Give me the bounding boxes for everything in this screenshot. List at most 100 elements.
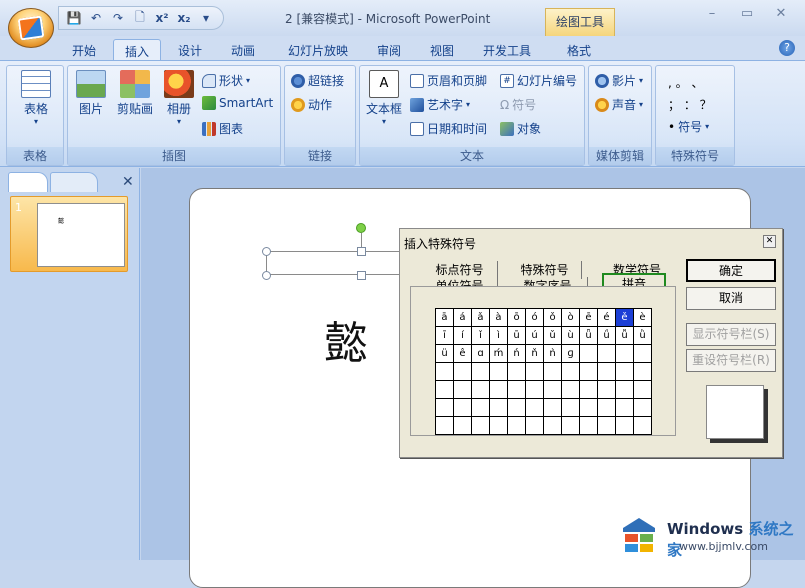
tab-review[interactable]: 审阅: [365, 39, 413, 61]
tab-outline[interactable]: [50, 172, 98, 192]
wordart-button[interactable]: 艺术字 ▾: [410, 96, 470, 113]
superscript-icon[interactable]: x²: [153, 9, 171, 27]
tab-home[interactable]: 开始: [60, 39, 108, 61]
symbol-cell[interactable]: [471, 380, 490, 399]
symbol-cell[interactable]: ɑ: [471, 344, 490, 363]
symbol-cell[interactable]: ū: [507, 326, 526, 345]
textbox-button[interactable]: A 文本框 ▾: [364, 68, 404, 126]
symbol-cell[interactable]: ǔ: [543, 326, 562, 345]
symbol-cell[interactable]: ì: [489, 326, 508, 345]
symbol-cell[interactable]: ù: [561, 326, 580, 345]
symbol-cell[interactable]: ń: [507, 344, 526, 363]
symbol-cell[interactable]: [507, 416, 526, 435]
redo-icon[interactable]: ↷: [109, 9, 127, 27]
symbol-cell[interactable]: [543, 416, 562, 435]
symbol-cell[interactable]: [435, 398, 454, 417]
hyperlink-button[interactable]: 超链接: [291, 72, 344, 89]
symbol-cell[interactable]: [633, 398, 652, 417]
tab-view[interactable]: 视图: [418, 39, 466, 61]
resize-handle[interactable]: [357, 271, 366, 280]
symbol-cell[interactable]: ǹ: [543, 344, 562, 363]
symbol-cell[interactable]: ò: [561, 308, 580, 327]
tab-design[interactable]: 设计: [166, 39, 214, 61]
minimize-button[interactable]: –: [697, 6, 727, 26]
action-button[interactable]: 动作: [291, 96, 332, 113]
object-button[interactable]: 对象: [500, 120, 541, 137]
symbol-cell[interactable]: [435, 362, 454, 381]
symbol-cell[interactable]: ň: [525, 344, 544, 363]
symbol-cell[interactable]: [615, 398, 634, 417]
symbol-button[interactable]: Ω 符号: [500, 96, 536, 113]
symbol-cell[interactable]: [435, 380, 454, 399]
symbol-cell[interactable]: [453, 380, 472, 399]
symbol-cell[interactable]: ǘ: [597, 326, 616, 345]
special-symbol-button[interactable]: • 符号 ▾: [668, 118, 709, 135]
photo-album-button[interactable]: 相册 ▾: [162, 68, 196, 126]
symbol-cell[interactable]: [615, 416, 634, 435]
cancel-button[interactable]: 取消: [686, 287, 776, 310]
symbol-cell[interactable]: [561, 416, 580, 435]
reset-symbol-bar-button[interactable]: 重设符号栏(R): [686, 349, 776, 372]
sound-button[interactable]: 声音 ▾: [595, 96, 643, 113]
symbol-cell[interactable]: [561, 398, 580, 417]
punctuation-row-1[interactable]: , 。 、: [668, 74, 703, 91]
symbol-cell[interactable]: [579, 362, 598, 381]
symbol-cell[interactable]: [615, 380, 634, 399]
symbol-cell[interactable]: ḿ: [489, 344, 508, 363]
symbol-cell[interactable]: [615, 362, 634, 381]
symbol-cell[interactable]: ǐ: [471, 326, 490, 345]
symbol-cell[interactable]: [561, 362, 580, 381]
symbol-cell[interactable]: ê: [453, 344, 472, 363]
symbol-cell[interactable]: ē: [579, 308, 598, 327]
symbol-cell[interactable]: ú: [525, 326, 544, 345]
symbol-cell[interactable]: [507, 362, 526, 381]
datetime-button[interactable]: 日期和时间: [410, 120, 487, 137]
symbol-cell[interactable]: ǎ: [471, 308, 490, 327]
close-icon[interactable]: ✕: [122, 174, 134, 190]
symbol-cell[interactable]: ō: [507, 308, 526, 327]
symbol-cell[interactable]: ɡ: [561, 344, 580, 363]
tab-insert[interactable]: 插入: [113, 39, 161, 61]
movie-button[interactable]: 影片 ▾: [595, 72, 643, 89]
symbol-cell[interactable]: ī: [435, 326, 454, 345]
picture-button[interactable]: 图片: [74, 68, 108, 117]
symbol-cell[interactable]: ǚ: [615, 326, 634, 345]
symbol-cell[interactable]: [453, 362, 472, 381]
symbol-cell[interactable]: ě: [615, 308, 634, 327]
symbol-cell[interactable]: [615, 344, 634, 363]
smartart-button[interactable]: SmartArt: [202, 96, 273, 110]
clipart-button[interactable]: 剪贴画: [112, 68, 158, 117]
symbol-cell[interactable]: [543, 362, 562, 381]
symbol-cell[interactable]: [579, 344, 598, 363]
resize-handle[interactable]: [262, 271, 271, 280]
help-icon[interactable]: ?: [779, 40, 795, 56]
maximize-button[interactable]: ▭: [732, 6, 762, 26]
tab-slideshow[interactable]: 幻灯片放映: [278, 39, 358, 61]
symbol-cell[interactable]: ǒ: [543, 308, 562, 327]
tab-animations[interactable]: 动画: [219, 39, 267, 61]
symbol-cell[interactable]: [579, 380, 598, 399]
tab-slides[interactable]: [8, 172, 48, 192]
symbol-cell[interactable]: á: [453, 308, 472, 327]
close-button[interactable]: ✕: [766, 6, 796, 26]
symbol-cell[interactable]: [471, 362, 490, 381]
rotation-handle[interactable]: [356, 223, 366, 233]
chart-button[interactable]: 图表: [202, 120, 243, 137]
symbol-cell[interactable]: [525, 416, 544, 435]
dialog-close-button[interactable]: ✕: [763, 235, 776, 248]
symbol-cell[interactable]: è: [633, 308, 652, 327]
shapes-button[interactable]: 形状 ▾: [202, 72, 250, 89]
print-preview-icon[interactable]: 🗋: [131, 9, 149, 27]
symbol-cell[interactable]: [525, 380, 544, 399]
slide-thumbnail-item[interactable]: 1 懿: [10, 196, 128, 272]
symbol-cell[interactable]: ǖ: [579, 326, 598, 345]
symbol-cell[interactable]: [489, 398, 508, 417]
symbol-cell[interactable]: [579, 416, 598, 435]
symbol-cell[interactable]: [471, 416, 490, 435]
resize-handle[interactable]: [357, 247, 366, 256]
resize-handle[interactable]: [262, 247, 271, 256]
symbol-cell[interactable]: [543, 380, 562, 399]
punctuation-row-2[interactable]: ； ： ？: [668, 96, 712, 113]
customize-qat-icon[interactable]: ▾: [197, 9, 215, 27]
show-symbol-bar-button[interactable]: 显示符号栏(S): [686, 323, 776, 346]
